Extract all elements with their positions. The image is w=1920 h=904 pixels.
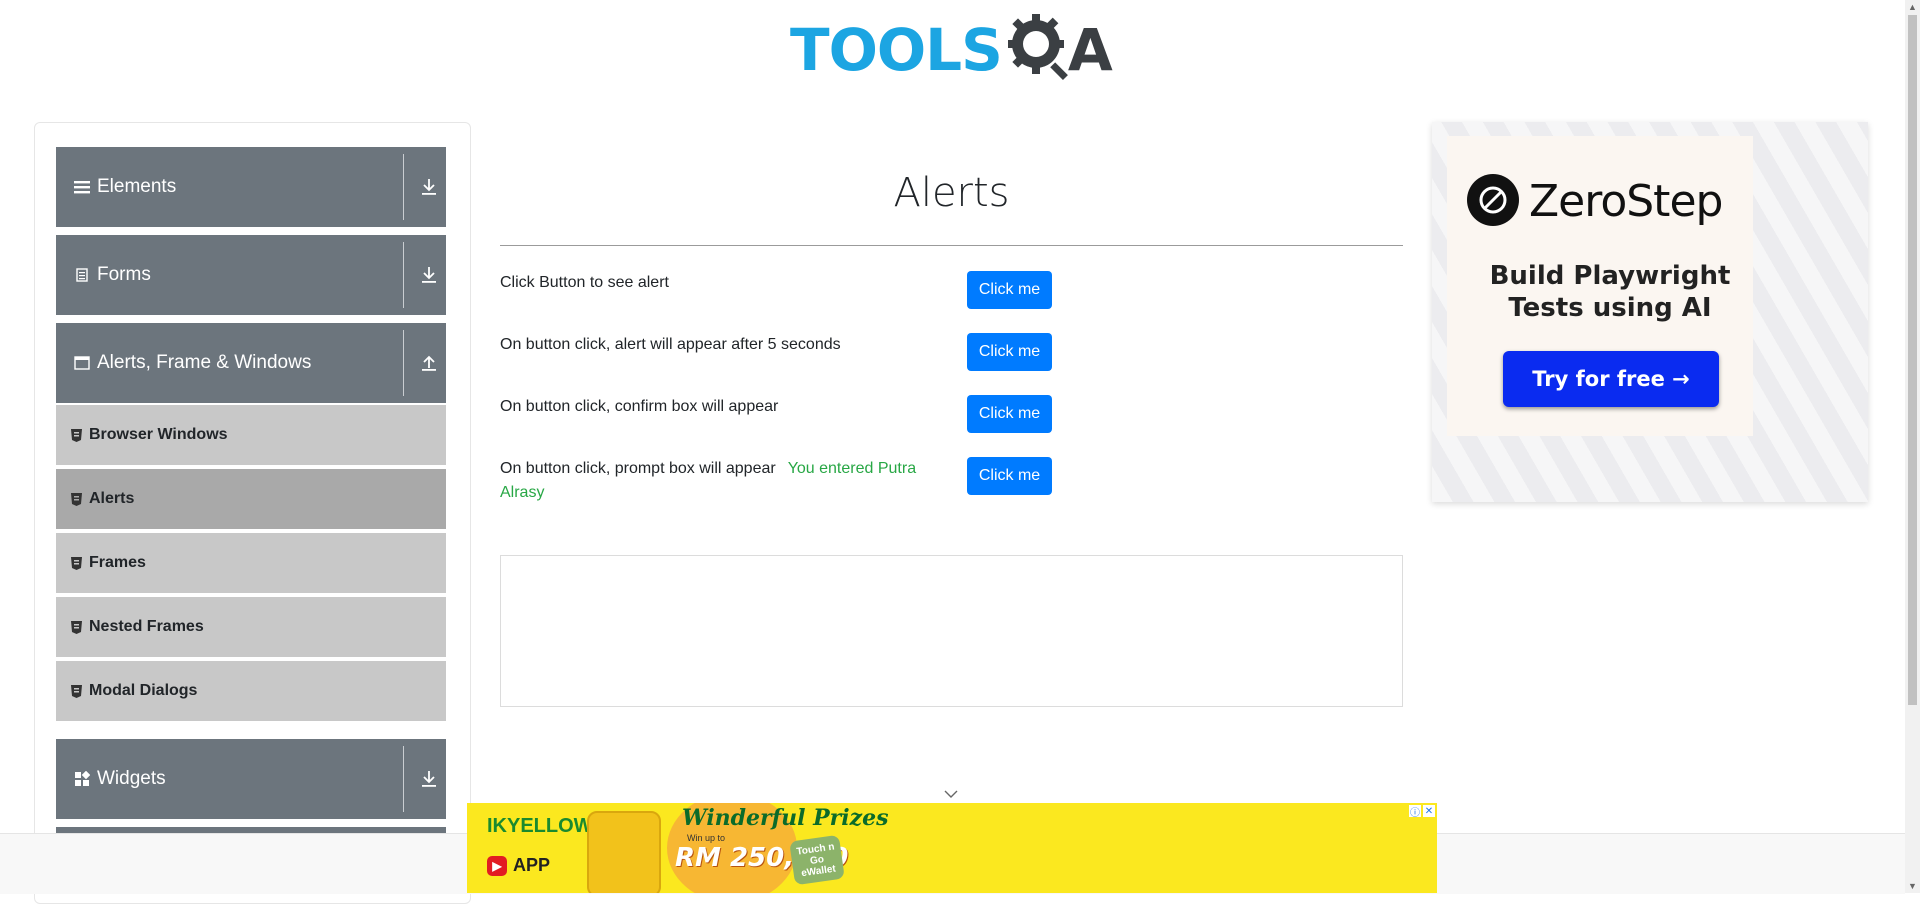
widgets-icon — [73, 770, 91, 788]
ad-app-text: APP — [513, 855, 551, 875]
ewallet-badge: Touch n Go eWallet — [789, 834, 845, 886]
hamburger-icon — [73, 178, 91, 196]
menu-item-label: Frames — [89, 554, 146, 571]
submenu-alerts-frame-windows: Browser Windows Alerts Frames Nested Fra… — [56, 405, 446, 725]
bottom-banner-ad[interactable]: IKYELLOW ▶ APP Winderful Prizes Win up t… — [467, 803, 1437, 893]
group-label: Forms — [97, 264, 151, 285]
ad-card: ZeroStep Build Playwright Tests using AI… — [1447, 136, 1753, 436]
divider — [403, 746, 404, 812]
group-widgets[interactable]: Widgets — [56, 739, 446, 819]
ad-tagline: Build Playwright Tests using AI — [1489, 261, 1731, 323]
gear-magnifier-icon — [1006, 12, 1072, 89]
collapse-arrow-icon[interactable] — [420, 353, 438, 373]
logo-suffix: A — [1067, 16, 1113, 84]
ad-subline: Win up to — [687, 833, 726, 843]
group-label: Elements — [97, 176, 177, 197]
toolsqa-logo[interactable]: TOOLS A — [790, 12, 1113, 88]
menu-item-modal-dialogs[interactable]: Modal Dialogs — [56, 661, 446, 725]
scroll-thumb[interactable] — [1908, 15, 1917, 705]
html-icon — [71, 684, 83, 698]
zerostep-logo-icon — [1467, 174, 1519, 226]
ad-brand: ZeroStep — [1529, 176, 1723, 227]
ad-placeholder-box — [500, 555, 1403, 707]
scroll-up-icon[interactable]: ▲ — [1908, 2, 1917, 12]
html-icon — [71, 428, 83, 442]
prompt-button[interactable]: Click me — [967, 457, 1052, 495]
sidebar: Elements Forms Alerts, Frame & Windows B… — [34, 122, 471, 904]
group-alerts-frame-windows[interactable]: Alerts, Frame & Windows — [56, 323, 446, 403]
divider — [403, 330, 404, 396]
app-icon: ▶ — [487, 855, 507, 876]
menu-item-frames[interactable]: Frames — [56, 533, 446, 597]
ad-brand: IKYELLOW — [487, 815, 593, 837]
group-elements[interactable]: Elements — [56, 147, 446, 227]
row-text-confirm: On button click, confirm box will appear — [500, 398, 779, 415]
close-icon[interactable]: ✕ — [1423, 805, 1435, 817]
expand-arrow-icon[interactable] — [420, 769, 438, 789]
row-text-prompt: On button click, prompt box will appear Y… — [500, 457, 940, 505]
group-forms[interactable]: Forms — [56, 235, 446, 315]
page-title: Alerts — [893, 170, 1010, 216]
logo-text: TOOLS — [790, 16, 1003, 84]
title-divider — [500, 245, 1403, 246]
menu-item-nested-frames[interactable]: Nested Frames — [56, 597, 446, 661]
mascot-image — [587, 811, 661, 893]
row-text-timer-alert: On button click, alert will appear after… — [500, 336, 841, 353]
expand-arrow-icon[interactable] — [420, 177, 438, 197]
ad-cta-button[interactable]: Try for free → — [1503, 351, 1719, 407]
ad-controls: ⓘ ✕ — [1409, 805, 1435, 819]
divider — [403, 154, 404, 220]
timer-alert-button[interactable]: Click me — [967, 333, 1052, 371]
zerostep-ad[interactable]: ZeroStep Build Playwright Tests using AI… — [1432, 122, 1868, 502]
group-label: Widgets — [97, 768, 166, 789]
row-text-alert: Click Button to see alert — [500, 274, 669, 291]
ad-app-label: ▶ APP — [487, 855, 550, 876]
confirm-button[interactable]: Click me — [967, 395, 1052, 433]
html-icon — [71, 620, 83, 634]
menu-item-label: Nested Frames — [89, 618, 204, 635]
menu-item-label: Alerts — [89, 490, 135, 507]
window-icon — [73, 354, 91, 372]
menu-item-alerts[interactable]: Alerts — [56, 469, 446, 533]
group-label: Alerts, Frame & Windows — [97, 352, 312, 373]
html-icon — [71, 556, 83, 570]
info-icon[interactable]: ⓘ — [1409, 805, 1421, 819]
scroll-down-icon[interactable]: ▼ — [1908, 881, 1917, 891]
document-icon — [73, 266, 91, 284]
page-scrollbar[interactable]: ▲ ▼ — [1905, 0, 1920, 893]
expand-arrow-icon[interactable] — [420, 265, 438, 285]
menu-item-label: Modal Dialogs — [89, 682, 198, 699]
html-icon — [71, 492, 83, 506]
chevron-down-icon[interactable] — [944, 786, 958, 798]
ad-headline: Winderful Prizes — [682, 805, 889, 831]
alert-button[interactable]: Click me — [967, 271, 1052, 309]
prompt-label: On button click, prompt box will appear — [500, 460, 776, 477]
menu-item-label: Browser Windows — [89, 426, 228, 443]
menu-item-browser-windows[interactable]: Browser Windows — [56, 405, 446, 469]
divider — [403, 242, 404, 308]
